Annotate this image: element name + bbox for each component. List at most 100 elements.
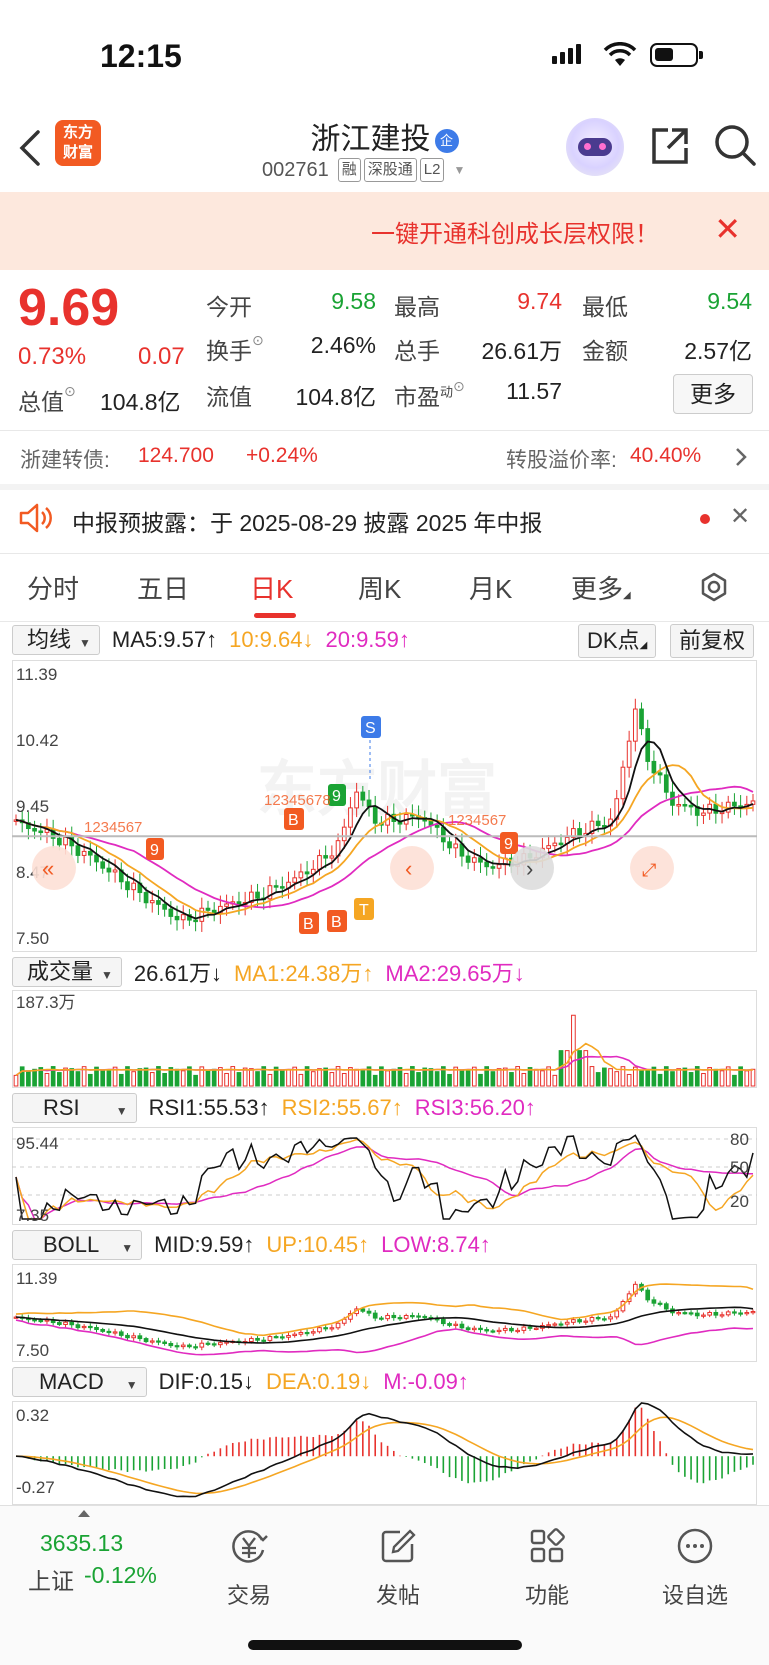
- kline-chart[interactable]: 东方财富 S B T B B 9 9 9 1234567 12345678 12…: [12, 660, 757, 952]
- sequence-marker: 1234567: [448, 812, 506, 829]
- rsi-selector[interactable]: RSI ▼: [12, 1093, 137, 1123]
- boll-candle: [558, 1323, 564, 1326]
- macd-chart[interactable]: 0.32 -0.27: [12, 1401, 757, 1505]
- candle: [453, 843, 459, 849]
- candle: [546, 845, 551, 849]
- tab-intraday[interactable]: 分时: [27, 569, 79, 606]
- nine-marker-label: 9: [504, 836, 513, 853]
- volume-ma1: MA1:24.38万↑: [233, 961, 374, 986]
- tab-daily-k[interactable]: 日K: [250, 569, 293, 606]
- info-icon[interactable]: ⊙: [453, 378, 465, 394]
- nav-post[interactable]: 发帖: [353, 1526, 443, 1610]
- nav-trade[interactable]: 交易: [204, 1526, 294, 1610]
- dk-point-button[interactable]: DK点◢: [578, 624, 657, 658]
- candle: [174, 915, 180, 921]
- rsi-chart[interactable]: 95.44 7.35 80 50 20: [12, 1127, 757, 1225]
- divider: [0, 553, 769, 554]
- tab-five-day[interactable]: 五日: [137, 569, 189, 606]
- boll-candle: [273, 1336, 279, 1339]
- macd-bottom-label: -0.27: [16, 1478, 55, 1497]
- convertible-bond-row[interactable]: 浙建转债: 124.700 +0.24% 转股溢价率: 40.40%: [0, 430, 769, 482]
- rsi3-line: [15, 1146, 754, 1220]
- more-button[interactable]: 更多: [673, 374, 753, 414]
- boll-candle: [750, 1311, 756, 1314]
- total-cap-value: 104.8亿: [100, 389, 181, 415]
- chevron-down-icon[interactable]: ▼: [453, 163, 465, 177]
- candle: [162, 903, 167, 910]
- change-percent: 0.73%: [18, 343, 87, 370]
- candle: [193, 919, 198, 923]
- search-icon[interactable]: [712, 122, 758, 168]
- tab-weekly-k[interactable]: 周K: [358, 569, 401, 606]
- volume-bar: [540, 1070, 545, 1087]
- boll-indicator-row: BOLL ▼ MID:9.59↑ UP:10.45↑ LOW:8.74↑: [12, 1230, 762, 1260]
- volume-bar: [670, 1071, 675, 1087]
- index-change[interactable]: -0.12%: [84, 1562, 157, 1589]
- nav-functions[interactable]: 功能: [502, 1526, 592, 1610]
- boll-candle: [193, 1346, 198, 1349]
- share-icon[interactable]: [648, 124, 692, 168]
- candle: [360, 791, 366, 801]
- nine-marker-label: 9: [150, 842, 159, 859]
- info-icon[interactable]: ⊙: [252, 332, 264, 348]
- promo-banner[interactable]: 一键开通科创成长层权限！ ✕: [0, 192, 769, 270]
- volume-bar: [459, 1069, 465, 1087]
- boll-candle: [218, 1342, 223, 1346]
- volume-bar: [552, 1074, 558, 1087]
- candle: [626, 740, 632, 768]
- chevron-right-icon[interactable]: [734, 446, 748, 468]
- boll-selector[interactable]: BOLL ▼: [12, 1230, 143, 1260]
- volume-max-label: 187.3万: [16, 993, 76, 1012]
- boll-candle: [688, 1312, 694, 1315]
- volume-bar: [626, 1073, 632, 1087]
- adjusted-price-button[interactable]: 前复权: [670, 624, 755, 658]
- volume-bar: [577, 1050, 582, 1087]
- volume-bar: [583, 1050, 589, 1087]
- volume-chart[interactable]: 187.3万: [12, 990, 757, 1088]
- volume-selector[interactable]: 成交量 ▼: [12, 957, 122, 987]
- close-icon[interactable]: ✕: [730, 502, 750, 531]
- volume-bar: [509, 1072, 514, 1087]
- volume-bar: [602, 1067, 607, 1087]
- rsi-level-50: 50: [730, 1158, 749, 1177]
- boll-candle: [571, 1319, 576, 1323]
- boll-candle: [255, 1337, 260, 1341]
- status-time: 12:15: [100, 38, 182, 74]
- candle: [676, 804, 682, 807]
- boll-candle: [595, 1316, 601, 1320]
- promo-text[interactable]: 一键开通科创成长层权限！: [371, 214, 659, 249]
- nav-add-watchlist[interactable]: 设自选: [650, 1526, 740, 1610]
- expand-up-icon[interactable]: [78, 1510, 90, 1517]
- candle: [81, 850, 87, 856]
- macd-selector[interactable]: MACD ▼: [12, 1367, 147, 1397]
- index-value[interactable]: 3635.13: [40, 1530, 123, 1557]
- boll-chart[interactable]: 11.39 7.50: [12, 1264, 757, 1362]
- ma-selector[interactable]: 均线 ▼: [12, 625, 100, 655]
- index-name[interactable]: 上证: [28, 1562, 74, 1596]
- rsi1-value: RSI1:55.53↑: [148, 1095, 270, 1120]
- boll-candle: [744, 1312, 750, 1315]
- volume-bar: [639, 1069, 644, 1087]
- boll-candle: [447, 1323, 452, 1326]
- info-icon[interactable]: ⊙: [64, 383, 76, 399]
- cellular-signal-icon: [552, 44, 581, 64]
- boll-candle: [249, 1337, 254, 1343]
- enterprise-badge: 企: [434, 129, 459, 154]
- nine-marker-label: 9: [332, 788, 341, 805]
- ma20-value: 20:9.59↑: [325, 627, 410, 652]
- close-icon[interactable]: ✕: [714, 210, 741, 248]
- ai-assistant-icon[interactable]: [566, 118, 624, 176]
- settings-gear-icon[interactable]: [696, 569, 732, 605]
- quote-panel: 9.69 0.73% 0.07 总值⊙ 104.8亿 今开 9.58 最高 9.…: [0, 270, 769, 430]
- boll-candle: [403, 1315, 409, 1319]
- tab-more[interactable]: 更多◢: [571, 569, 631, 606]
- tab-monthly-k[interactable]: 月K: [469, 569, 512, 606]
- candle: [106, 867, 112, 873]
- candle: [32, 828, 37, 832]
- notice-text[interactable]: 中报预披露：于 2025-08-29 披露 2025 年中报: [72, 504, 542, 538]
- candle: [465, 855, 471, 863]
- volume-bar: [713, 1068, 719, 1087]
- boll-candle: [180, 1344, 186, 1348]
- ma10-value: 10:9.64↓: [229, 627, 314, 652]
- notice-bar[interactable]: 中报预披露：于 2025-08-29 披露 2025 年中报 ✕: [0, 490, 769, 546]
